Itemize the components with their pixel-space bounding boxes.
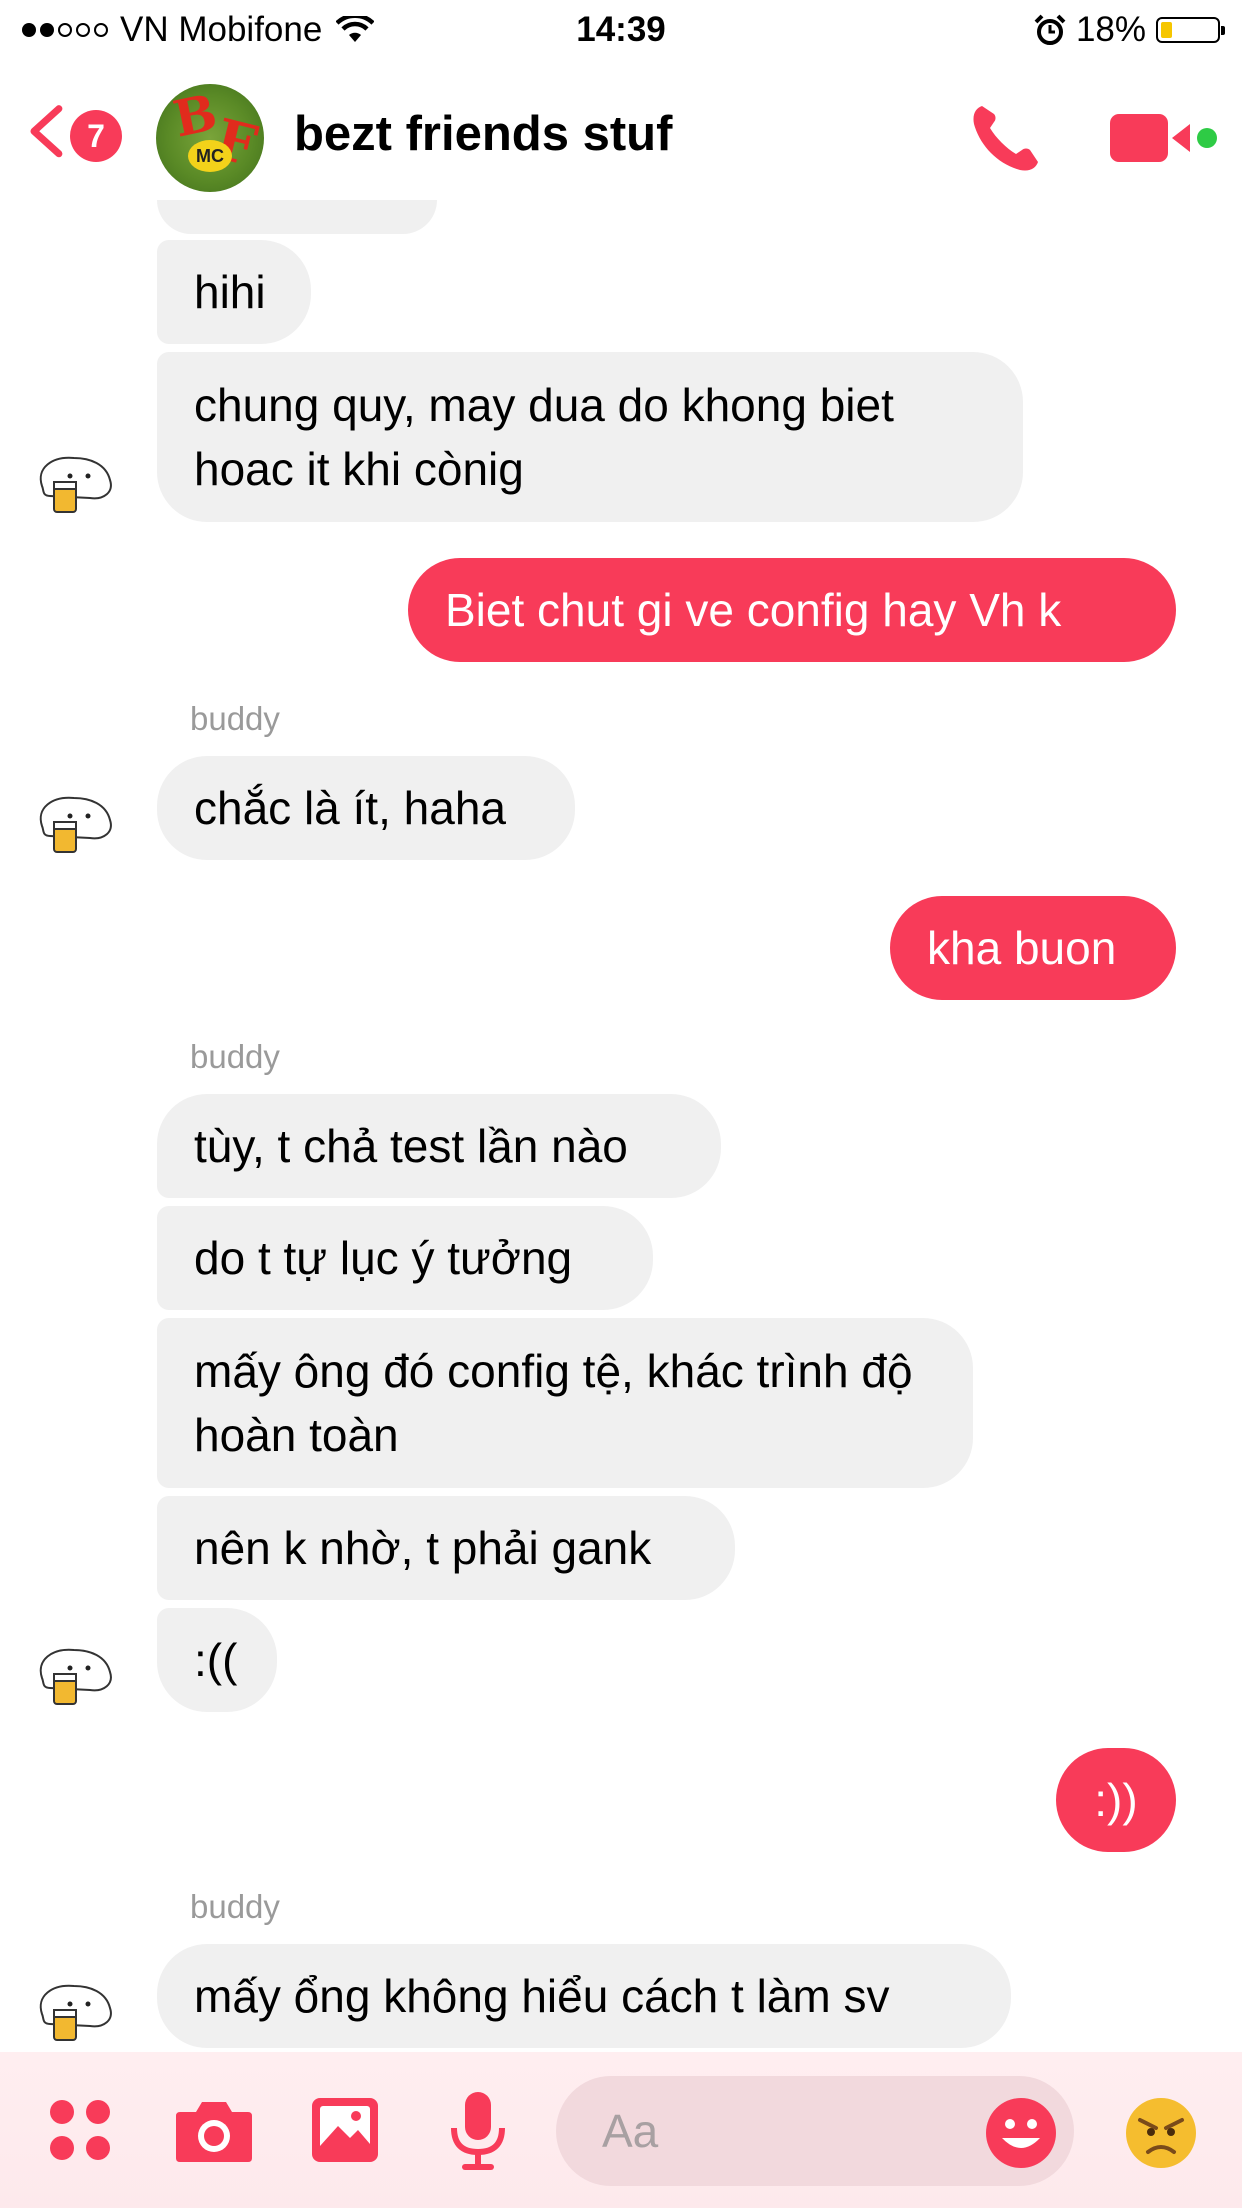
- message-bubble[interactable]: chung quy, may dua do khong biet hoac it…: [157, 352, 1023, 522]
- message-bubble[interactable]: mấy ông đó config tệ, khác trình độ hoàn…: [157, 1318, 973, 1488]
- battery-percent: 18%: [1075, 10, 1146, 49]
- chat-title[interactable]: bezt friends stuf: [294, 106, 672, 162]
- back-chevron-icon[interactable]: [22, 104, 74, 174]
- angry-emoji-icon[interactable]: [1124, 2096, 1198, 2170]
- message-bubble[interactable]: nên k nhờ, t phải gank: [157, 1496, 735, 1600]
- video-call-icon[interactable]: [1108, 110, 1218, 166]
- battery-cap: [1221, 26, 1225, 35]
- gallery-icon[interactable]: [310, 2096, 380, 2164]
- sender-avatar[interactable]: [30, 1974, 122, 2044]
- message-bubble-partial: [157, 200, 437, 234]
- message-bubble-outgoing[interactable]: Biet chut gi ve config hay Vh k: [408, 558, 1176, 662]
- message-bubble[interactable]: :((: [157, 1608, 277, 1712]
- group-avatar[interactable]: B F MC: [156, 84, 264, 192]
- sender-avatar[interactable]: [30, 786, 122, 856]
- camera-icon[interactable]: [174, 2096, 254, 2164]
- message-input-placeholder: Aa: [602, 2105, 659, 2157]
- sender-name: buddy: [190, 700, 280, 737]
- alarm-icon: [1034, 14, 1066, 45]
- status-bar: VN Mobifone 14:39 18%: [0, 0, 1242, 62]
- sender-avatar[interactable]: [30, 1638, 122, 1708]
- sender-avatar[interactable]: [30, 446, 122, 516]
- mic-icon[interactable]: [448, 2090, 508, 2174]
- sender-name: buddy: [190, 1038, 280, 1075]
- phone-icon[interactable]: [968, 100, 1044, 176]
- message-bubble[interactable]: do t tự lục ý tưởng: [157, 1206, 653, 1310]
- message-bubble-outgoing[interactable]: kha buon: [890, 896, 1176, 1000]
- sender-name: buddy: [190, 1888, 280, 1925]
- apps-icon[interactable]: [48, 2098, 114, 2164]
- message-bubble[interactable]: chắc là ít, haha: [157, 756, 575, 860]
- message-bubble[interactable]: tùy, t chả test lần nào: [157, 1094, 721, 1198]
- message-bubble-outgoing[interactable]: :)): [1056, 1748, 1176, 1852]
- unread-badge[interactable]: 7: [70, 110, 122, 162]
- battery-fill: [1161, 22, 1172, 38]
- avatar-letter-b: B: [168, 84, 222, 149]
- battery-icon: [1156, 17, 1225, 43]
- message-bubble[interactable]: hihi: [157, 240, 311, 344]
- avatar-small-label: MC: [188, 140, 232, 172]
- emoji-icon[interactable]: [984, 2096, 1058, 2170]
- status-right: 18%: [1034, 10, 1225, 50]
- message-bubble[interactable]: mấy ổng không hiểu cách t làm sv: [157, 1944, 1011, 2048]
